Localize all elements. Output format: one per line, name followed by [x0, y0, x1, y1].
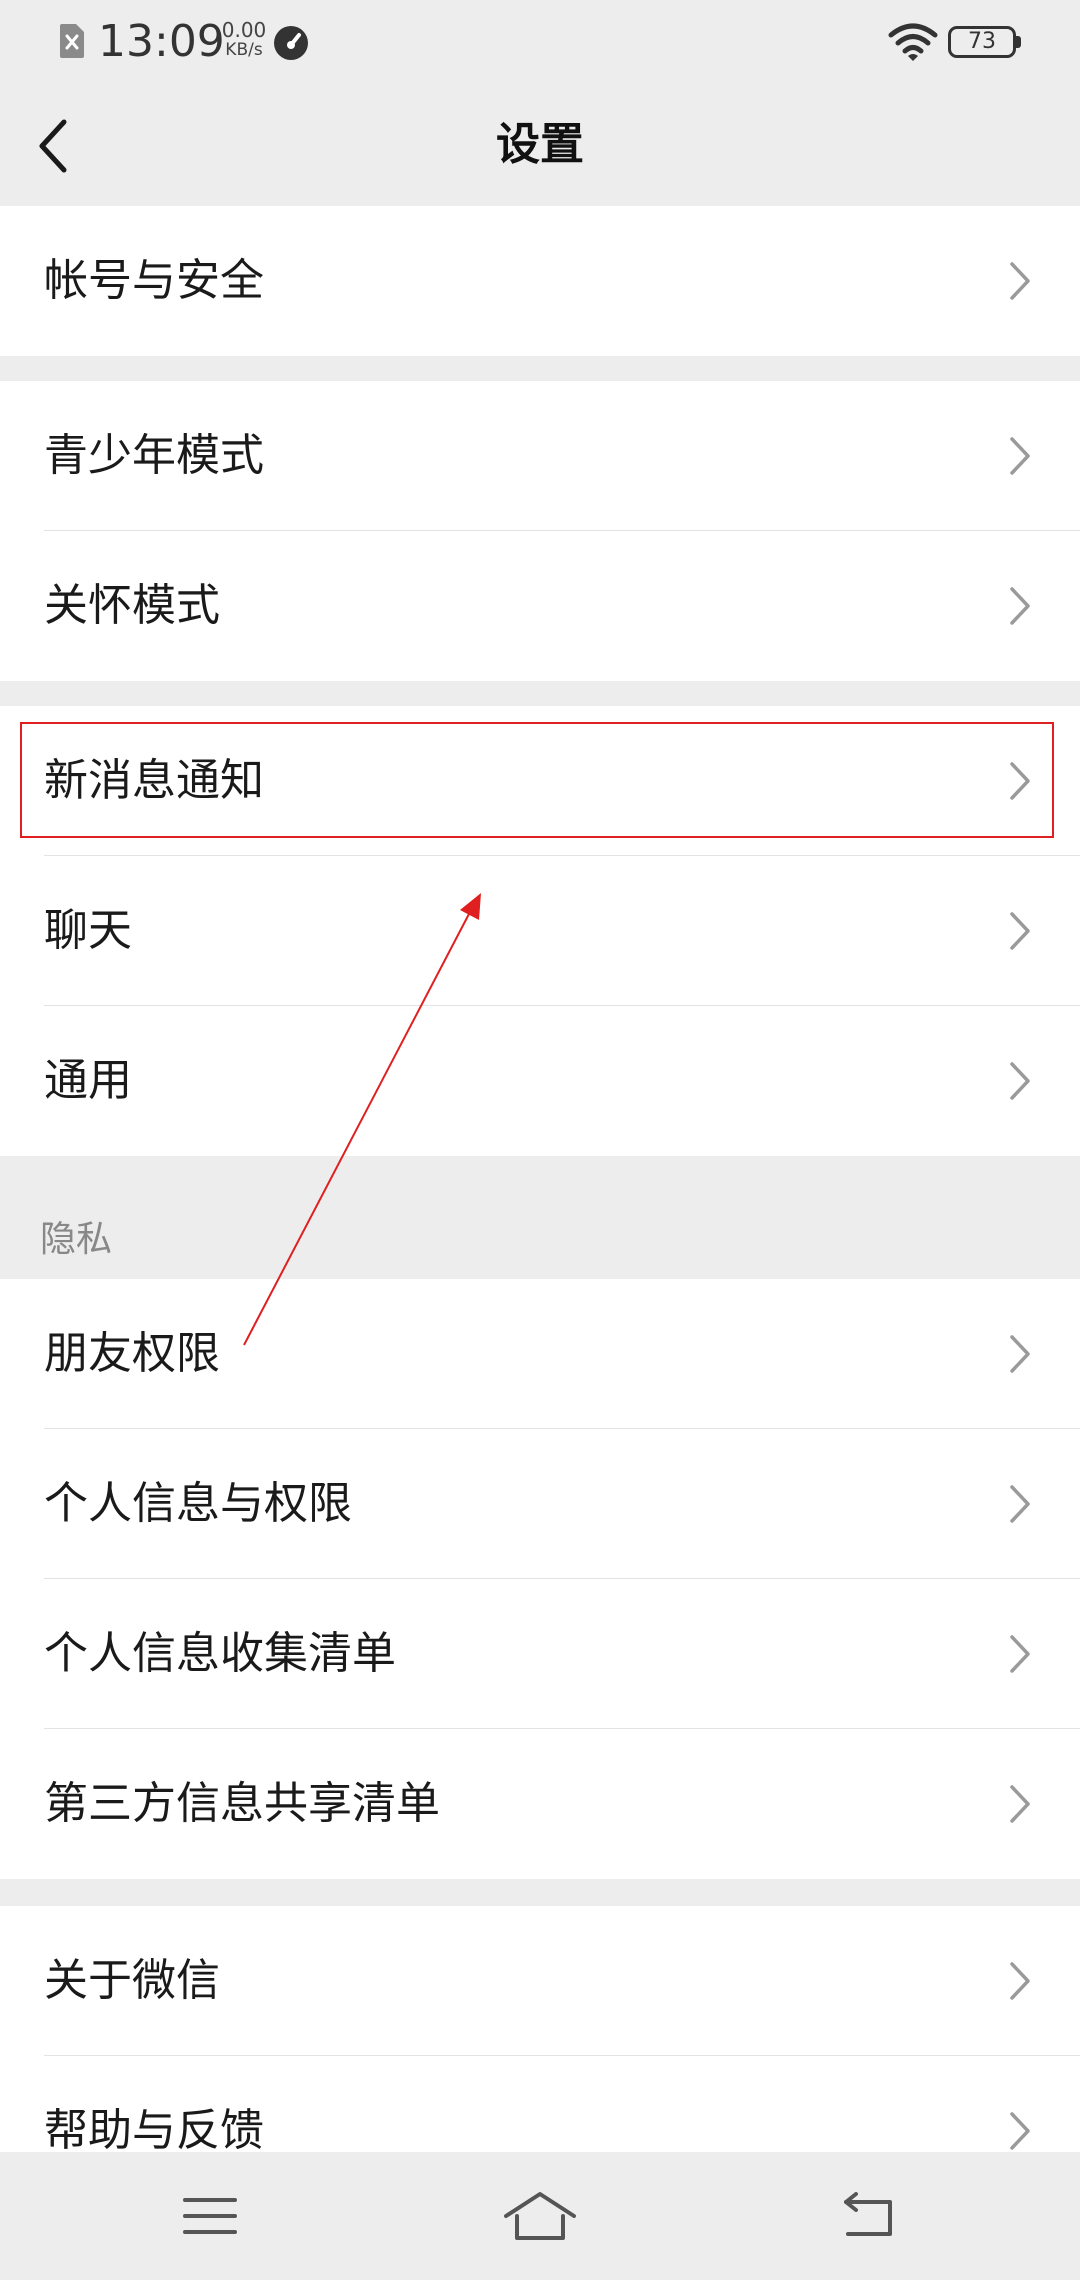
network-speed: 0.00 KB/s: [214, 20, 274, 60]
network-speed-unit: KB/s: [225, 40, 263, 60]
settings-item-friend-permissions[interactable]: 朋友权限: [0, 1279, 1080, 1429]
chevron-right-icon: [1010, 762, 1030, 800]
chevron-right-icon: [1010, 437, 1030, 475]
menu-icon[interactable]: [170, 2180, 250, 2252]
section-account: 帐号与安全: [0, 206, 1080, 356]
chevron-right-icon: [1010, 1335, 1030, 1373]
settings-item-label: 关怀模式: [44, 580, 220, 631]
chevron-right-icon: [1010, 1635, 1030, 1673]
chevron-left-icon: [39, 119, 67, 173]
chevron-right-icon: [1010, 587, 1030, 625]
settings-item-personal-info-collection-list[interactable]: 个人信息收集清单: [0, 1579, 1080, 1729]
settings-item-about-wechat[interactable]: 关于微信: [0, 1906, 1080, 2056]
settings-item-account-security[interactable]: 帐号与安全: [0, 206, 1080, 356]
chevron-right-icon: [1010, 912, 1030, 950]
chevron-right-icon: [1010, 2112, 1030, 2150]
section-privacy: 朋友权限 个人信息与权限 个人信息收集清单 第三方信息共享清单: [0, 1279, 1080, 1879]
section-general: 新消息通知 聊天 通用: [0, 706, 1080, 1156]
settings-screen: 13:09 0.00 KB/s 73 设置 帐号与安全 青少年模式 关怀模式 新…: [0, 0, 1080, 2280]
network-speed-value: 0.00: [221, 18, 267, 42]
settings-item-label: 第三方信息共享清单: [44, 1778, 440, 1829]
section-header-privacy: 隐私: [40, 1219, 113, 1260]
status-time: 13:09: [98, 16, 225, 67]
settings-item-label: 新消息通知: [44, 755, 264, 806]
settings-item-chat[interactable]: 聊天: [0, 856, 1080, 1006]
settings-item-label: 青少年模式: [44, 430, 264, 481]
status-bar: 13:09 0.00 KB/s 73: [0, 0, 1080, 84]
nav-bar: 设置: [0, 84, 1080, 206]
settings-item-label: 通用: [44, 1055, 132, 1106]
battery-level: 73: [968, 29, 996, 54]
battery-indicator: 73: [948, 26, 1022, 58]
settings-item-care-mode[interactable]: 关怀模式: [0, 531, 1080, 681]
battery-cap: [1016, 36, 1021, 48]
settings-item-label: 朋友权限: [44, 1328, 220, 1379]
settings-item-teen-mode[interactable]: 青少年模式: [0, 381, 1080, 531]
settings-item-new-message-notification[interactable]: 新消息通知: [0, 706, 1080, 856]
settings-item-label: 个人信息与权限: [44, 1478, 352, 1529]
home-icon[interactable]: [500, 2180, 580, 2252]
settings-item-label: 关于微信: [44, 1955, 220, 2006]
settings-item-third-party-sharing-list[interactable]: 第三方信息共享清单: [0, 1729, 1080, 1879]
settings-item-general[interactable]: 通用: [0, 1006, 1080, 1156]
chevron-right-icon: [1010, 1062, 1030, 1100]
settings-item-label: 聊天: [44, 905, 132, 956]
back-button[interactable]: [26, 106, 106, 186]
system-nav-bar: [0, 2152, 1080, 2280]
section-modes: 青少年模式 关怀模式: [0, 381, 1080, 681]
settings-item-label: 个人信息收集清单: [44, 1628, 396, 1679]
wifi-icon: [888, 23, 938, 61]
sim-error-icon: [60, 24, 84, 58]
back-icon[interactable]: [830, 2180, 910, 2252]
chevron-right-icon: [1010, 1485, 1030, 1523]
chevron-right-icon: [1010, 1785, 1030, 1823]
page-title: 设置: [496, 119, 584, 170]
chevron-right-icon: [1010, 1962, 1030, 2000]
settings-item-personal-info-permissions[interactable]: 个人信息与权限: [0, 1429, 1080, 1579]
speed-meter-icon: [274, 26, 308, 60]
settings-item-label: 帐号与安全: [44, 255, 264, 306]
chevron-right-icon: [1010, 262, 1030, 300]
